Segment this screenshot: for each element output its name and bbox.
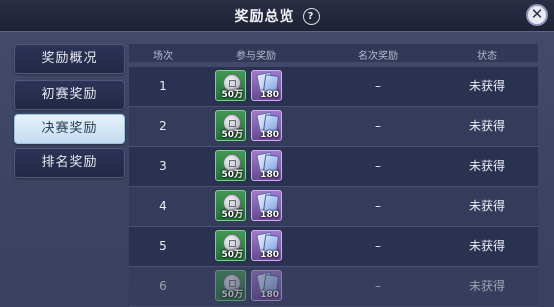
table-row: 5 50万 180 – 未获得 [129, 227, 538, 267]
status-text: 未获得 [468, 79, 505, 93]
header-status: 状态 [477, 51, 497, 62]
close-icon[interactable]: ✕ [526, 4, 548, 26]
table-row: 1 50万 180 – 未获得 [129, 67, 538, 107]
status-text: 未获得 [468, 159, 505, 173]
card-quantity: 180 [260, 90, 279, 100]
coin-quantity: 50万 [221, 210, 243, 220]
header-participation: 参与奖励 [236, 51, 276, 62]
status-text: 未获得 [468, 279, 505, 293]
tab-reward-summary[interactable]: 奖励概况 [14, 44, 125, 74]
header-rank-reward: 名次奖励 [358, 51, 398, 62]
card-reward-item[interactable]: 180 [251, 70, 282, 101]
card-reward-item[interactable]: 180 [251, 150, 282, 181]
tab-prelim-reward[interactable]: 初赛奖励 [14, 80, 125, 110]
coin-quantity: 50万 [221, 290, 243, 300]
round-number: 5 [159, 239, 167, 253]
rank-reward-value: – [375, 199, 381, 213]
rank-reward-value: – [375, 239, 381, 253]
card-quantity: 180 [260, 250, 279, 260]
card-reward-item[interactable]: 180 [251, 190, 282, 221]
tab-final-reward[interactable]: 决赛奖励 [14, 114, 125, 144]
header-round: 场次 [153, 51, 173, 62]
round-number: 4 [159, 199, 167, 213]
coin-quantity: 50万 [221, 170, 243, 180]
tab-ranking-reward[interactable]: 排名奖励 [14, 148, 125, 178]
card-quantity: 180 [260, 290, 279, 300]
table-row: 4 50万 180 – 未获得 [129, 187, 538, 227]
card-reward-item[interactable]: 180 [251, 230, 282, 261]
reward-overview-panel: 奖励总览 ? ✕ 奖励概况 初赛奖励 决赛奖励 排名奖励 场次 参与奖励 名次奖… [0, 0, 554, 307]
table-row: 2 50万 180 – 未获得 [129, 107, 538, 147]
coin-reward-item[interactable]: 50万 [215, 150, 246, 181]
status-text: 未获得 [468, 239, 505, 253]
coin-reward-item[interactable]: 50万 [215, 70, 246, 101]
title-bar: 奖励总览 ? ✕ [0, 0, 554, 32]
card-reward-item[interactable]: 180 [251, 110, 282, 141]
round-number: 6 [159, 279, 167, 293]
coin-reward-item[interactable]: 50万 [215, 190, 246, 221]
window-title: 奖励总览 ? [0, 6, 554, 26]
coin-reward-item[interactable]: 50万 [215, 270, 246, 301]
rank-reward-value: – [375, 79, 381, 93]
table-row: 3 50万 180 – 未获得 [129, 147, 538, 187]
coin-quantity: 50万 [221, 250, 243, 260]
round-number: 2 [159, 119, 167, 133]
card-quantity: 180 [260, 170, 279, 180]
round-number: 3 [159, 159, 167, 173]
rank-reward-value: – [375, 119, 381, 133]
rank-reward-value: – [375, 159, 381, 173]
title-group: 奖励总览 ? [235, 6, 320, 26]
round-number: 1 [159, 79, 167, 93]
status-text: 未获得 [468, 119, 505, 133]
card-quantity: 180 [260, 130, 279, 140]
coin-reward-item[interactable]: 50万 [215, 230, 246, 261]
status-text: 未获得 [468, 199, 505, 213]
card-reward-item[interactable]: 180 [251, 270, 282, 301]
coin-reward-item[interactable]: 50万 [215, 110, 246, 141]
coin-quantity: 50万 [221, 90, 243, 100]
coin-quantity: 50万 [221, 130, 243, 140]
title-text: 奖励总览 [234, 9, 295, 25]
card-quantity: 180 [260, 210, 279, 220]
table-header: 场次 参与奖励 名次奖励 状态 [129, 44, 538, 62]
table-row: 6 50万 180 – 未获得 [129, 267, 538, 307]
reward-table: 场次 参与奖励 名次奖励 状态 1 50万 180 – 未获得 2 50万 18… [129, 44, 538, 307]
question-icon[interactable]: ? [302, 7, 320, 25]
rank-reward-value: – [375, 279, 381, 293]
